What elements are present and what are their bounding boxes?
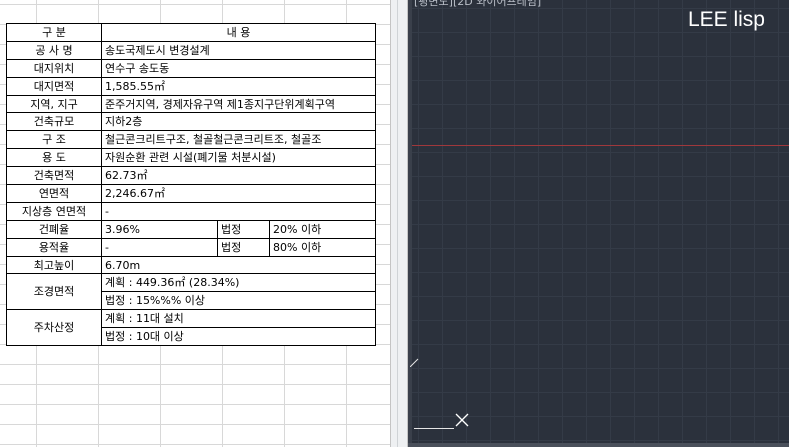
header-content[interactable]: 내 용 (101, 23, 376, 42)
row-label[interactable]: 건축규모 (6, 112, 102, 132)
row-label[interactable]: 조경면적 (6, 273, 102, 311)
viewport-bottom-bar (408, 443, 789, 447)
legal-label[interactable]: 법정 (217, 219, 270, 239)
row-value[interactable]: - (101, 237, 218, 257)
table-header-row: 구 분 내 용 (6, 23, 376, 42)
parking-legal[interactable]: 법정 : 10대 이상 (101, 327, 376, 347)
table-row-coverage: 건폐율 3.96% 법정 20% 이하 (6, 219, 376, 239)
row-value[interactable]: 1,585.55㎡ (101, 76, 376, 96)
parking-plan[interactable]: 계획 : 11대 설치 (101, 309, 376, 329)
table-row-landscape: 조경면적 계획 : 449.36㎡ (28.34%) (6, 273, 376, 311)
table-row: 연면적 2,246.67㎡ (6, 184, 376, 203)
row-value[interactable]: 준주거지역, 경제자유구역 제1종지구단위계획구역 (101, 94, 376, 114)
row-value[interactable]: 6.70m (101, 255, 376, 275)
legal-value[interactable]: 20% 이하 (269, 219, 376, 239)
legal-label[interactable]: 법정 (217, 237, 270, 257)
row-label[interactable]: 주차산정 (6, 309, 102, 347)
ucs-axis-icon (414, 420, 454, 429)
landscape-legal[interactable]: 법정 : 15%%% 이상 (101, 291, 376, 311)
ucs-tick-icon (410, 358, 419, 367)
table-row: 지상층 연면적 - (6, 201, 376, 221)
table-row-parking: 주차산정 계획 : 11대 설치 (6, 309, 376, 347)
table-row: 건축면적 62.73㎡ (6, 166, 376, 186)
table-row-height: 최고높이 6.70m (6, 255, 376, 275)
viewport-label[interactable]: [평면도][2D 와이어프레임] (414, 0, 541, 9)
pane-divider[interactable] (390, 0, 408, 447)
table-row: 지역, 지구 준주거지역, 경제자유구역 제1종지구단위계획구역 (6, 94, 376, 114)
table-row-far: 용적율 - 법정 80% 이하 (6, 237, 376, 257)
row-label[interactable]: 공 사 명 (6, 40, 102, 60)
row-label[interactable]: 건축면적 (6, 166, 102, 186)
table-row: 대지면적 1,585.55㎡ (6, 76, 376, 96)
table-row: 건축규모 지하2층 (6, 112, 376, 132)
landscape-plan[interactable]: 계획 : 449.36㎡ (28.34%) (101, 273, 376, 293)
row-label[interactable]: 용 도 (6, 148, 102, 168)
row-value[interactable]: 철근콘크리트구조, 철골철근콘크리트조, 철골조 (101, 130, 376, 150)
table-row: 공 사 명 송도국제도시 변경설계 (6, 40, 376, 60)
row-value[interactable]: 3.96% (101, 219, 218, 239)
table-row: 대지위치 연수구 송도동 (6, 58, 376, 78)
row-label[interactable]: 연면적 (6, 184, 102, 203)
row-value[interactable]: 62.73㎡ (101, 166, 376, 186)
cursor-cross-icon (455, 413, 469, 427)
legal-value[interactable]: 80% 이하 (269, 237, 376, 257)
row-value[interactable]: 지하2층 (101, 112, 376, 132)
watermark-text: LEE lisp (687, 8, 765, 31)
row-label[interactable]: 지상층 연면적 (6, 201, 102, 221)
table-row: 구 조 철근콘크리트구조, 철골철근콘크리트조, 철골조 (6, 130, 376, 150)
spreadsheet-pane[interactable]: 구 분 내 용 공 사 명 송도국제도시 변경설계 대지위치 연수구 송도동 대… (0, 0, 390, 447)
row-label[interactable]: 용적율 (6, 237, 102, 257)
viewport-edge (408, 0, 412, 447)
row-value[interactable]: 2,246.67㎡ (101, 184, 376, 203)
row-label[interactable]: 지역, 지구 (6, 94, 102, 114)
row-label[interactable]: 건폐율 (6, 219, 102, 239)
row-value[interactable]: 송도국제도시 변경설계 (101, 40, 376, 60)
row-label[interactable]: 구 조 (6, 130, 102, 150)
row-label[interactable]: 대지면적 (6, 76, 102, 96)
row-label[interactable]: 대지위치 (6, 58, 102, 78)
row-value[interactable]: - (101, 201, 376, 221)
header-category[interactable]: 구 분 (6, 23, 102, 42)
building-spec-table: 구 분 내 용 공 사 명 송도국제도시 변경설계 대지위치 연수구 송도동 대… (6, 23, 376, 347)
table-row: 용 도 자원순환 관련 시설(폐기물 처분시설) (6, 148, 376, 168)
cad-viewport[interactable]: [평면도][2D 와이어프레임] LEE lisp (408, 0, 789, 447)
row-value[interactable]: 연수구 송도동 (101, 58, 376, 78)
row-label[interactable]: 최고높이 (6, 255, 102, 275)
row-value[interactable]: 자원순환 관련 시설(폐기물 처분시설) (101, 148, 376, 168)
red-guide-line (412, 145, 789, 146)
